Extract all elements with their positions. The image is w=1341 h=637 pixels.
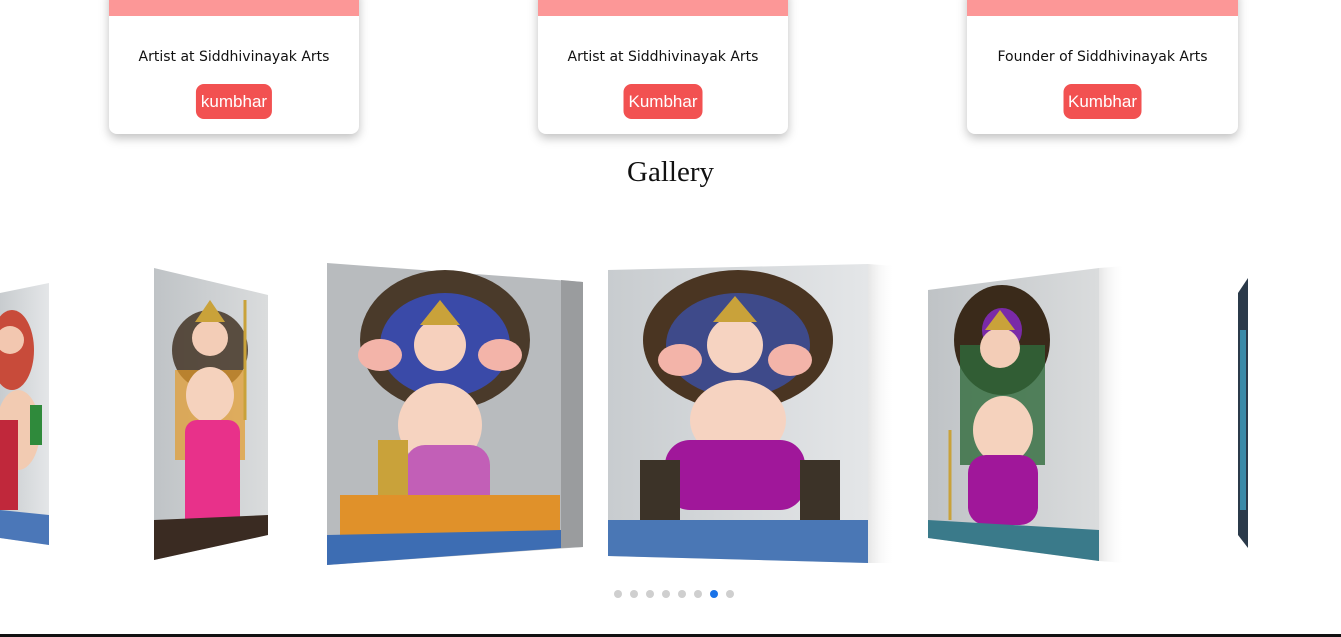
gallery-slides [0,263,1248,565]
pagination-dot[interactable] [646,590,654,598]
carousel-pagination [614,590,734,598]
gallery-slide[interactable] [154,268,268,560]
gallery-slide[interactable] [327,263,583,565]
pagination-dot[interactable] [662,590,670,598]
pagination-dot[interactable] [694,590,702,598]
slide-reflection [1099,266,1125,563]
pagination-dot[interactable] [630,590,638,598]
pagination-dot[interactable] [678,590,686,598]
pagination-dot[interactable] [614,590,622,598]
gallery-slide[interactable] [1238,278,1248,548]
gallery-carousel[interactable] [0,0,1341,637]
gallery-slide[interactable] [928,268,1099,561]
pagination-dot-active[interactable] [710,590,718,598]
gallery-slide[interactable] [0,283,49,545]
pagination-dot[interactable] [726,590,734,598]
slide-reflection [868,264,895,563]
gallery-slide[interactable] [608,264,868,563]
